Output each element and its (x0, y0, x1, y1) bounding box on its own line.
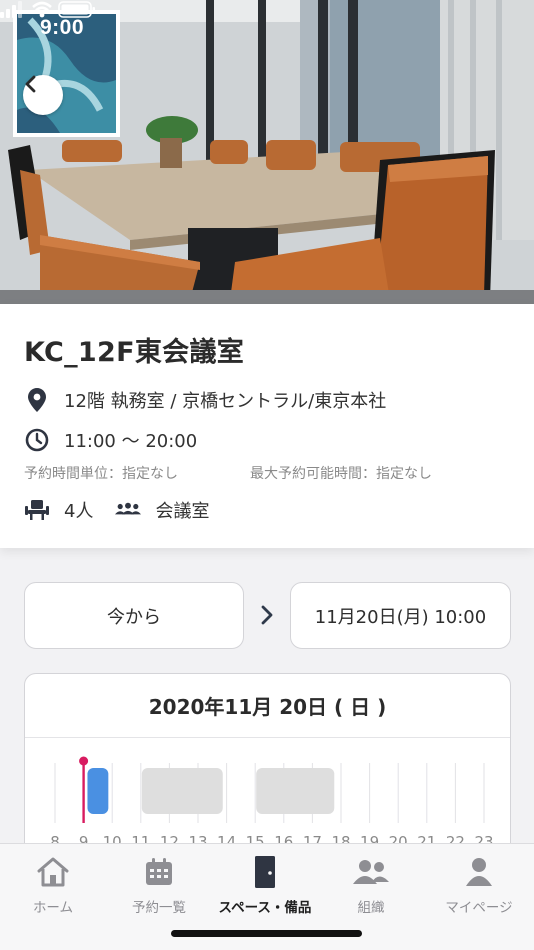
tab-label: 予約一覧 (132, 900, 186, 916)
meta-row: 4人 会議室 (24, 497, 231, 523)
end-time-button[interactable]: 11月20日(月) 10:00 (290, 582, 511, 649)
door-icon (245, 854, 285, 890)
location-text: 12階 執務室 / 京橋セントラル/東京本社 (64, 391, 387, 412)
room-type-text: 会議室 (155, 501, 210, 522)
booking-unit-label: 予約時間単位：指定なし (24, 466, 178, 482)
room-info-card: KC_12F東会議室 12階 執務室 / 京橋セントラル/東京本社 11:00 … (0, 304, 534, 548)
people-icon (351, 854, 391, 890)
tab-label: ホーム (32, 900, 74, 916)
hours-text: 11:00 〜 20:00 (64, 431, 198, 452)
chevron-left-icon (25, 75, 36, 93)
page-title: KC_12F東会議室 (24, 337, 245, 368)
seat-icon (24, 497, 50, 523)
person-icon (459, 854, 499, 890)
clock-icon (24, 427, 50, 453)
tab-label: マイページ (445, 900, 513, 916)
location-pin-icon (24, 387, 50, 413)
home-icon (33, 854, 73, 890)
status-bar: 9:00 (0, 0, 534, 60)
selected-block (87, 768, 109, 814)
capacity-text: 4人 (64, 501, 94, 522)
tab-home[interactable]: ホーム (0, 854, 106, 916)
tab-label: 組織 (357, 900, 385, 916)
tab-label: スペース・備品 (218, 900, 312, 916)
booked-block (256, 768, 335, 814)
wifi-icon (32, 1, 52, 18)
tab-spaces[interactable]: スペース・備品 (212, 854, 318, 916)
status-icons (0, 1, 95, 18)
now-marker-dot (79, 756, 89, 766)
tab-bookings[interactable]: 予約一覧 (106, 854, 212, 916)
location-row: 12階 執務室 / 京橋セントラル/東京本社 (24, 387, 386, 413)
group-icon (115, 497, 142, 523)
booked-block (141, 768, 223, 814)
max-booking-label: 最大予約可能時間：指定なし (250, 466, 432, 482)
calendar-icon (139, 854, 179, 890)
back-button[interactable] (23, 75, 63, 115)
battery-icon (58, 1, 95, 18)
room-photo: 9:00 (0, 0, 534, 304)
signal-icon (0, 1, 22, 18)
tab-org[interactable]: 組織 (318, 854, 424, 916)
chevron-right-icon (261, 605, 273, 625)
hours-row: 11:00 〜 20:00 (24, 427, 197, 453)
home-indicator (171, 930, 362, 937)
tab-mypage[interactable]: マイページ (426, 854, 532, 916)
start-time-button[interactable]: 今から (24, 582, 244, 649)
schedule-date: 2020年11月 20日 ( 日 ) (25, 674, 510, 738)
